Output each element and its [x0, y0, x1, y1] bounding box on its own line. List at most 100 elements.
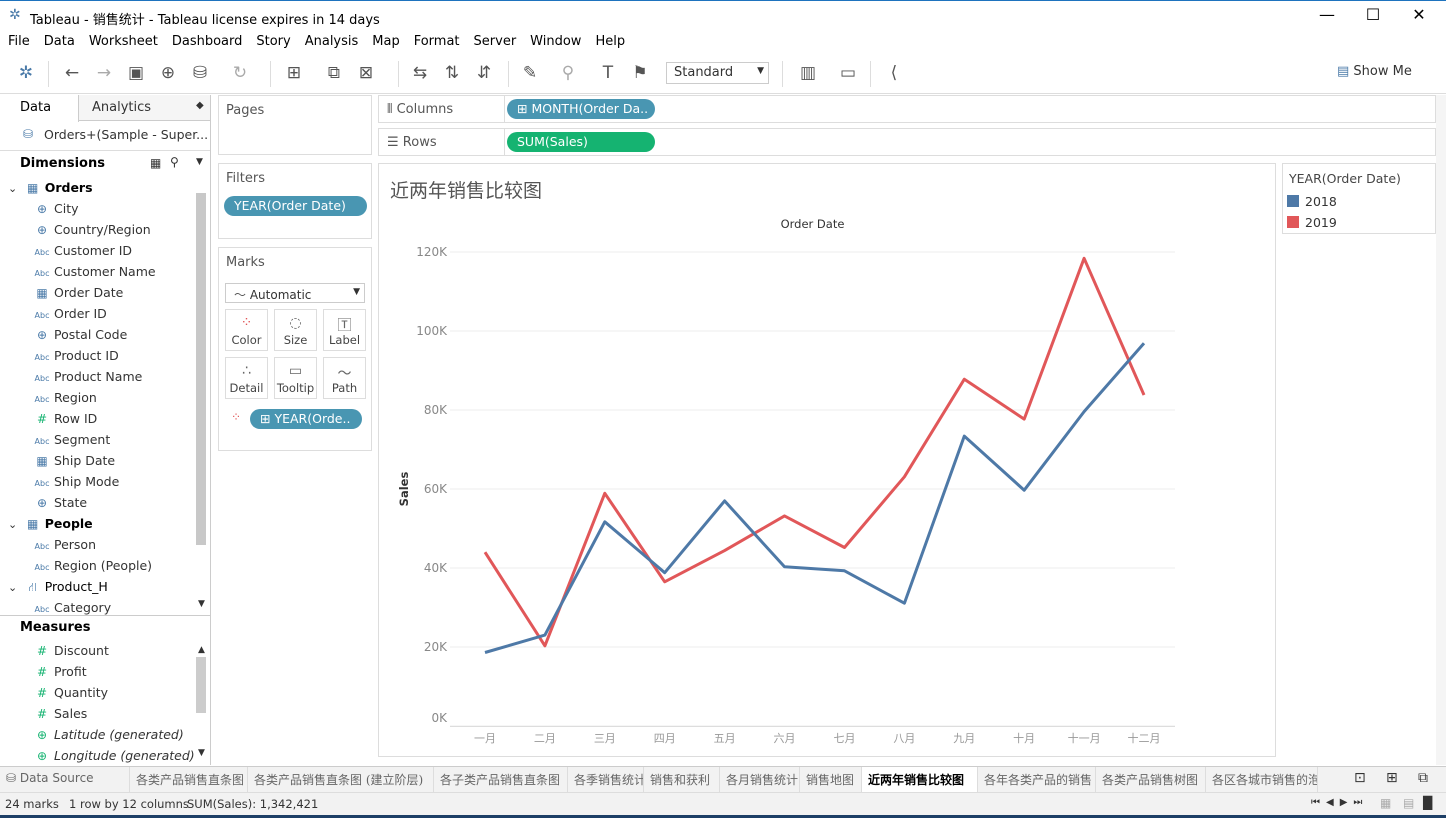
field-item[interactable]: Abc Customer Name	[0, 261, 195, 282]
new-worksheet-icon[interactable]: ⊡	[1354, 770, 1366, 786]
columns-shelf[interactable]: ⫴ Columns ⊞ MONTH(Order Da..	[378, 95, 1436, 123]
field-item[interactable]: Abc Customer ID	[0, 240, 195, 261]
duplicate-sheet-icon[interactable]: ⧉	[322, 63, 346, 83]
datasource-name[interactable]: Orders+(Sample - Super...	[44, 127, 208, 142]
menu-format[interactable]: Format	[406, 32, 466, 49]
sheet-tab[interactable]: 各月销售统计	[720, 767, 800, 792]
show-cards-icon[interactable]: ▥	[796, 63, 820, 83]
field-item[interactable]: ▦ Ship Date	[0, 450, 195, 471]
menu-worksheet[interactable]: Worksheet	[81, 32, 164, 49]
field-item[interactable]: Abc Region (People)	[0, 555, 195, 576]
swap-rows-columns-icon[interactable]: ⇆	[408, 63, 432, 83]
show-me-button[interactable]: ▤ Show Me	[1337, 64, 1412, 79]
collapse-icon[interactable]: ⌄	[8, 518, 21, 531]
tab-data[interactable]: Data	[0, 95, 79, 122]
minimize-button[interactable]: —	[1304, 5, 1350, 29]
table-group-orders[interactable]: ⌄ ▦ Orders	[0, 177, 195, 198]
view-options-icon[interactable]: ▦	[150, 156, 161, 170]
new-dashboard-icon[interactable]: ⊞	[1386, 770, 1398, 786]
field-item[interactable]: # Discount	[0, 640, 195, 661]
new-datasource-icon[interactable]: ⊕	[156, 63, 180, 83]
sheet-sorter-icon[interactable]: ▦	[1380, 796, 1391, 810]
filter-pill-year[interactable]: YEAR(Order Date)	[224, 196, 367, 216]
menu-map[interactable]: Map	[364, 32, 405, 49]
sheet-tab[interactable]: 近两年销售比较图	[862, 767, 978, 792]
field-item[interactable]: # Row ID	[0, 408, 195, 429]
sheet-tab[interactable]: 各类产品销售树图	[1096, 767, 1206, 792]
detail-button[interactable]: ∴ Detail	[225, 357, 268, 399]
close-button[interactable]: ✕	[1396, 5, 1442, 29]
field-item[interactable]: ⊕ Postal Code	[0, 324, 195, 345]
field-item[interactable]: Abc Person	[0, 534, 195, 555]
field-item[interactable]: Abc Ship Mode	[0, 471, 195, 492]
legend-item-2018[interactable]: 2018	[1283, 191, 1435, 211]
sort-descending-icon[interactable]: ⇵	[472, 63, 496, 83]
show-labels-icon[interactable]: T	[596, 63, 620, 83]
tab-data-source[interactable]: ⛁ Data Source	[0, 767, 130, 792]
group-members-icon[interactable]: ⚲	[556, 63, 580, 83]
new-story-icon[interactable]: ⧉	[1418, 770, 1428, 786]
color-button[interactable]: ⁘ Color	[225, 309, 268, 351]
menu-window[interactable]: Window	[522, 32, 587, 49]
sheet-tab[interactable]: 销售地图	[800, 767, 862, 792]
mark-type-dropdown[interactable]: 〜 Automatic ▼	[225, 283, 365, 303]
filmstrip-icon[interactable]: ▤	[1403, 796, 1414, 810]
collapse-icon[interactable]: ⌄	[8, 581, 21, 594]
sort-ascending-icon[interactable]: ⇅	[440, 63, 464, 83]
path-button[interactable]: 〜 Path	[323, 357, 366, 399]
menu-help[interactable]: Help	[587, 32, 631, 49]
field-item[interactable]: Abc Product Name	[0, 366, 195, 387]
fix-axes-icon[interactable]: ⚑	[628, 63, 652, 83]
presentation-mode-icon[interactable]: ▭	[836, 63, 860, 83]
scroll-down-icon[interactable]: ▼	[198, 748, 205, 758]
sheet-tab[interactable]: 各类产品销售直条图	[130, 767, 248, 792]
sheet-navigation-icons[interactable]: ⏮◀▶⏭	[1311, 797, 1368, 808]
scroll-down-icon[interactable]: ▼	[198, 599, 205, 609]
field-item[interactable]: ⊕ Longitude (generated)	[0, 745, 195, 766]
maximize-button[interactable]: ☐	[1350, 5, 1396, 29]
label-button[interactable]: 🅃 Label	[323, 309, 366, 351]
sheet-tab[interactable]: 各子类产品销售直条图	[434, 767, 568, 792]
highlight-icon[interactable]: ✎	[518, 63, 542, 83]
field-item[interactable]: Abc Region	[0, 387, 195, 408]
save-icon[interactable]: ▣	[124, 63, 148, 83]
field-item[interactable]: Abc Product ID	[0, 345, 195, 366]
field-item[interactable]: ⊕ Country/Region	[0, 219, 195, 240]
sheet-tab[interactable]: 各季销售统计	[568, 767, 644, 792]
dimensions-scrollbar[interactable]	[196, 193, 206, 545]
new-worksheet-icon[interactable]: ⊞	[282, 63, 306, 83]
tab-analytics[interactable]: Analytics	[92, 100, 151, 115]
tab-menu-icon[interactable]: ◆	[196, 100, 204, 111]
columns-pill-month[interactable]: ⊞ MONTH(Order Da..	[507, 99, 655, 119]
menu-data[interactable]: Data	[36, 32, 81, 49]
search-icon[interactable]: ⚲	[170, 155, 179, 169]
marks-pill-year[interactable]: ⊞ YEAR(Orde..	[250, 409, 362, 429]
pause-updates-icon[interactable]: ⛁	[188, 63, 212, 83]
table-group-people[interactable]: ⌄ ▦ People	[0, 513, 195, 534]
field-item[interactable]: Abc Order ID	[0, 303, 195, 324]
tableau-home-icon[interactable]: ✲	[14, 63, 38, 83]
field-item[interactable]: ⊕ State	[0, 492, 195, 513]
forward-icon[interactable]: →	[92, 63, 116, 83]
refresh-icon[interactable]: ↻	[228, 63, 252, 83]
sheet-tab[interactable]: 各类产品销售直条图 (建立阶层)	[248, 767, 434, 792]
filters-shelf[interactable]: Filters YEAR(Order Date)	[218, 163, 372, 239]
collapse-icon[interactable]: ⌄	[8, 182, 21, 195]
tooltip-button[interactable]: ▭ Tooltip	[274, 357, 317, 399]
menu-analysis[interactable]: Analysis	[297, 32, 365, 49]
sheet-tab[interactable]: 销售和获利	[644, 767, 720, 792]
rows-shelf[interactable]: ☰ Rows SUM(Sales)	[378, 128, 1436, 156]
sheet-tab[interactable]: 各年各类产品的销售	[978, 767, 1096, 792]
measures-scrollbar[interactable]	[196, 657, 206, 713]
menu-dashboard[interactable]: Dashboard	[164, 32, 249, 49]
chevron-down-icon[interactable]: ▼	[196, 157, 203, 167]
tabs-view-icon[interactable]: █	[1423, 796, 1432, 810]
rows-pill-sales[interactable]: SUM(Sales)	[507, 132, 655, 152]
pages-shelf[interactable]: Pages	[218, 95, 372, 155]
scroll-up-icon[interactable]: ▲	[198, 645, 205, 655]
menu-server[interactable]: Server	[466, 32, 523, 49]
size-button[interactable]: ◌ Size	[274, 309, 317, 351]
field-item[interactable]: Abc Segment	[0, 429, 195, 450]
share-icon[interactable]: ⟨	[882, 63, 906, 83]
sheet-tab[interactable]: 各区各城市销售的泡	[1206, 767, 1318, 792]
